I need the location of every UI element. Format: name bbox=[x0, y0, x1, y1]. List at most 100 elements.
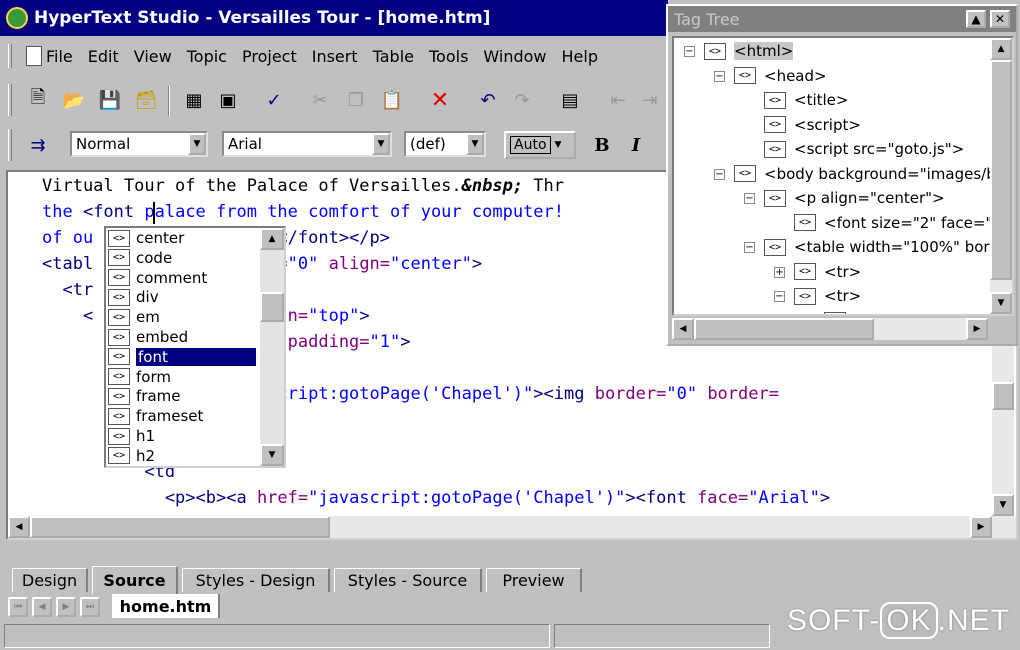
menu-edit[interactable]: Edit bbox=[88, 47, 119, 66]
size-select[interactable]: (def) ▼ bbox=[404, 131, 486, 157]
scroll-up-icon[interactable]: ▲ bbox=[260, 228, 284, 250]
bold-button[interactable]: B bbox=[588, 131, 616, 159]
scroll-thumb[interactable] bbox=[260, 292, 284, 322]
scroll-thumb[interactable] bbox=[992, 382, 1014, 410]
tag-completion-list[interactable]: <> center <> code <> comment <> div <> em <> embed <… bbox=[104, 226, 286, 468]
paste-icon[interactable]: 📋 bbox=[378, 86, 406, 114]
tree-node[interactable]: <> <body background="images/b bbox=[734, 165, 996, 183]
menu-tools[interactable]: Tools bbox=[429, 47, 468, 66]
tree-node[interactable]: <> <tr> bbox=[794, 263, 861, 281]
tree-node[interactable]: <> <table width="100%" borde bbox=[764, 238, 1008, 256]
completion-item[interactable]: <> h2 bbox=[108, 446, 262, 466]
prev-doc-icon[interactable]: ◀ bbox=[32, 597, 52, 617]
scroll-down-icon[interactable]: ▼ bbox=[990, 292, 1012, 314]
scroll-up-icon[interactable]: ▲ bbox=[990, 38, 1012, 60]
collapse-icon[interactable]: − bbox=[714, 70, 725, 82]
preview-icon[interactable]: ▦ bbox=[180, 86, 208, 114]
indent-icon[interactable]: ⇥ bbox=[636, 86, 664, 114]
menu-window[interactable]: Window bbox=[483, 47, 546, 66]
new-file-icon[interactable]: 🗎 bbox=[24, 86, 52, 114]
undo-icon[interactable]: ↶ bbox=[474, 86, 502, 114]
next-doc-icon[interactable]: ▶ bbox=[56, 597, 76, 617]
save-all-icon[interactable]: 🗃 bbox=[132, 86, 160, 114]
window-title-bar[interactable]: HyperText Studio - Versailles Tour - [ho… bbox=[0, 0, 668, 36]
completion-item[interactable]: <> font bbox=[108, 347, 262, 367]
tree-horizontal-scrollbar[interactable]: ◀ ▶ bbox=[672, 318, 988, 340]
scroll-left-icon[interactable]: ◀ bbox=[672, 318, 694, 340]
style-select[interactable]: Normal ▼ bbox=[70, 131, 208, 157]
tab-preview[interactable]: Preview bbox=[486, 568, 582, 592]
properties-icon[interactable]: ▤ bbox=[556, 86, 584, 114]
completion-item[interactable]: <> h1 bbox=[108, 426, 262, 446]
menu-file[interactable]: File bbox=[46, 47, 73, 66]
menu-topic[interactable]: Topic bbox=[187, 47, 227, 66]
last-doc-icon[interactable]: ⏭ bbox=[80, 597, 100, 617]
cut-icon[interactable]: ✂ bbox=[306, 86, 334, 114]
menu-table[interactable]: Table bbox=[373, 47, 414, 66]
scroll-thumb[interactable] bbox=[694, 318, 874, 340]
completion-item[interactable]: <> embed bbox=[108, 327, 262, 347]
tree-node[interactable]: <> <script src="goto.js"> bbox=[764, 140, 964, 158]
scroll-right-icon[interactable]: ▶ bbox=[966, 318, 988, 340]
collapse-panel-icon[interactable]: ▲ bbox=[966, 10, 986, 28]
tab-styles-source[interactable]: Styles - Source bbox=[334, 568, 482, 592]
tree-node[interactable]: <> <title> bbox=[764, 91, 848, 109]
first-doc-icon[interactable]: ⏮ bbox=[8, 597, 28, 617]
expand-icon[interactable]: + bbox=[774, 266, 785, 278]
open-folder-icon[interactable]: 📂 bbox=[60, 86, 88, 114]
font-select[interactable]: Arial ▼ bbox=[222, 131, 392, 157]
collapse-icon[interactable]: − bbox=[684, 46, 695, 57]
image-icon[interactable]: ▣ bbox=[214, 86, 242, 114]
tab-styles-design[interactable]: Styles - Design bbox=[182, 568, 330, 592]
tag-tree-view[interactable]: − <> <html> − <> <head> <> <title> <> <script> <> <… bbox=[672, 36, 1014, 316]
save-icon[interactable]: 💾 bbox=[96, 86, 124, 114]
completion-item[interactable]: <> center bbox=[108, 228, 262, 248]
menu-insert[interactable]: Insert bbox=[312, 47, 358, 66]
chevron-down-icon[interactable]: ▼ bbox=[555, 140, 562, 150]
scroll-down-icon[interactable]: ▼ bbox=[992, 494, 1014, 516]
color-picker[interactable]: Auto ▼ bbox=[504, 131, 576, 159]
tab-source[interactable]: Source bbox=[92, 566, 178, 594]
scroll-thumb[interactable] bbox=[990, 60, 1012, 280]
tab-design[interactable]: Design bbox=[12, 568, 88, 592]
tree-node[interactable]: <> <tr> bbox=[794, 287, 861, 305]
collapse-icon[interactable]: − bbox=[744, 242, 755, 253]
completion-item[interactable]: <> comment bbox=[108, 268, 262, 288]
outdent-icon[interactable]: ⇤ bbox=[604, 86, 632, 114]
tree-node[interactable]: <> <p align="center"> bbox=[764, 189, 945, 207]
completion-item[interactable]: <> frameset bbox=[108, 406, 262, 426]
collapse-icon[interactable]: − bbox=[774, 291, 785, 302]
spellcheck-icon[interactable]: ✓ bbox=[260, 86, 288, 114]
scroll-thumb[interactable] bbox=[30, 516, 330, 538]
tag-tree-title-bar[interactable]: Tag Tree ▲ ✕ bbox=[668, 6, 1016, 32]
tree-node[interactable]: <> <script> bbox=[764, 116, 861, 134]
collapse-icon[interactable]: − bbox=[744, 193, 755, 204]
collapse-icon[interactable]: − bbox=[714, 168, 725, 180]
tree-node[interactable]: <> <head> bbox=[734, 67, 827, 85]
tag-tree-panel[interactable]: Tag Tree ▲ ✕ − <> <html> − <> <head> <> <title>… bbox=[666, 4, 1018, 346]
chevron-down-icon[interactable]: ▼ bbox=[466, 133, 484, 155]
completion-item[interactable]: <> em bbox=[108, 307, 262, 327]
completion-scrollbar[interactable]: ▲ ▼ bbox=[260, 228, 284, 466]
tree-vertical-scrollbar[interactable]: ▲ ▼ bbox=[990, 38, 1012, 314]
completion-item[interactable]: <> form bbox=[108, 367, 262, 387]
menu-view[interactable]: View bbox=[134, 47, 172, 66]
chevron-down-icon[interactable]: ▼ bbox=[372, 133, 390, 155]
completion-item[interactable]: <> div bbox=[108, 287, 262, 307]
tree-node[interactable]: <> <font size="2" face="A bbox=[794, 214, 1003, 232]
redo-icon[interactable]: ↷ bbox=[508, 86, 536, 114]
insert-tag-icon[interactable]: ⇉ bbox=[24, 131, 52, 159]
tree-node[interactable]: <> <html> bbox=[704, 42, 794, 60]
expand-icon[interactable]: + bbox=[804, 316, 815, 317]
scroll-down-icon[interactable]: ▼ bbox=[260, 444, 284, 466]
italic-button[interactable]: I bbox=[622, 131, 650, 159]
document-tab-home[interactable]: home.htm bbox=[112, 594, 220, 618]
editor-horizontal-scrollbar[interactable]: ◀ ▶ bbox=[8, 516, 1016, 538]
scroll-right-icon[interactable]: ▶ bbox=[970, 516, 992, 538]
scroll-left-icon[interactable]: ◀ bbox=[8, 516, 30, 538]
delete-icon[interactable]: ✕ bbox=[426, 86, 454, 114]
close-icon[interactable]: ✕ bbox=[990, 10, 1010, 28]
completion-item[interactable]: <> frame bbox=[108, 386, 262, 406]
chevron-down-icon[interactable]: ▼ bbox=[188, 133, 206, 155]
menu-help[interactable]: Help bbox=[562, 47, 598, 66]
